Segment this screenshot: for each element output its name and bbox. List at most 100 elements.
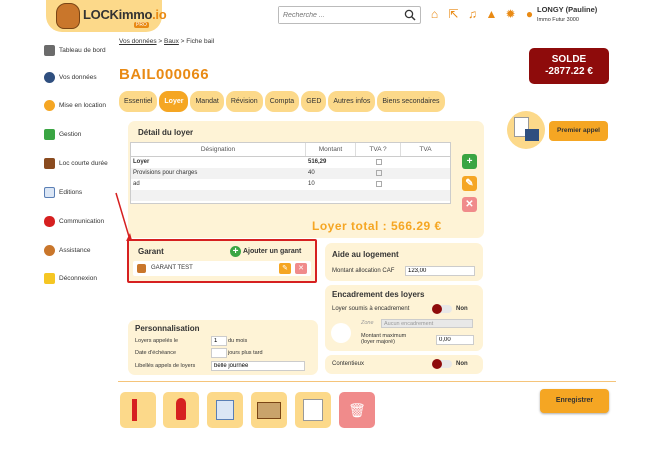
garant-name: GARANT TEST (151, 265, 193, 271)
sidebar-item-editions[interactable]: Editions (44, 187, 119, 198)
delete-row-button[interactable]: ✕ (462, 197, 477, 212)
sidebar-item-mise-en-location[interactable]: Mise en location (44, 100, 119, 111)
add-garant-button[interactable]: + Ajouter un garant (230, 246, 301, 257)
encadrement-panel: Encadrement des loyers Loyer soumis à en… (325, 285, 483, 351)
sidebar-item-vos-donnees[interactable]: Vos données (44, 72, 119, 83)
breadcrumb-vos-donnees[interactable]: Vos données (119, 38, 157, 45)
sidebar-item-gestion[interactable]: Gestion (44, 129, 119, 140)
cell-designation: Provisions pour charges (133, 170, 198, 176)
sidebar-item-label: Loc courte durée (59, 160, 108, 167)
personnalisation-panel: Personnalisation Loyers appelés le du mo… (128, 320, 318, 375)
sidebar-item-communication[interactable]: Communication (44, 216, 119, 227)
garant-panel: Garant + Ajouter un garant GARANT TEST ✎ … (127, 239, 317, 283)
tab-mandat[interactable]: Mandat (190, 91, 224, 112)
tva-checkbox[interactable] (376, 159, 382, 165)
echeance-input[interactable] (211, 348, 227, 358)
tva-checkbox[interactable] (376, 181, 382, 187)
zone-label: Zone (361, 320, 374, 326)
invoice-house-icon (507, 111, 545, 149)
echeance-suffix: jours plus tard (228, 350, 263, 356)
user-info[interactable]: LONGY (Pauline) Immo Futur 3000 (537, 5, 597, 23)
user-icon[interactable]: ● (523, 8, 536, 21)
table-row[interactable]: Loyer 516,29 (131, 157, 450, 168)
perso-title: Personnalisation (135, 324, 200, 333)
soumis-toggle[interactable] (432, 304, 452, 314)
tab-ged[interactable]: GED (301, 91, 327, 112)
tab-biens-secondaires[interactable]: Biens secondaires (377, 91, 445, 112)
stats-flag-icon[interactable] (120, 392, 156, 428)
bell-icon[interactable]: ♫ (466, 8, 479, 21)
top-toolbar: ⌂ ⇱ ♫ ▲ ✹ ● (428, 8, 536, 21)
mail-icon[interactable] (251, 392, 287, 428)
sidebar-item-assistance[interactable]: Assistance (44, 245, 119, 256)
logout-icon (44, 273, 55, 284)
contentieux-toggle[interactable] (432, 359, 452, 369)
user-name: LONGY (Pauline) (537, 5, 598, 14)
col-tva[interactable]: TVA (401, 143, 450, 156)
libelles-label: Libellés appels de loyers (135, 363, 196, 369)
edit-row-button[interactable]: ✎ (462, 176, 477, 191)
col-tva-q[interactable]: TVA ? (356, 143, 401, 156)
trash-icon[interactable]: 🗑 (339, 392, 375, 428)
table-row[interactable]: ad 10 (131, 179, 450, 190)
logo[interactable]: LOCKimmo.io PRO (46, 0, 167, 32)
echeance-label: Date d'échéance (135, 350, 177, 356)
edit-garant-icon[interactable]: ✎ (279, 263, 291, 274)
loyers-appeles-suffix: du mois (228, 338, 248, 344)
contentieux-label: Contentieux (332, 361, 365, 367)
tab-autres-infos[interactable]: Autres infos (328, 91, 376, 112)
logo-text: LOCKimmo.io (83, 7, 167, 22)
col-designation[interactable]: Désignation (131, 143, 306, 156)
garant-item[interactable]: GARANT TEST ✎ ✕ (133, 261, 311, 276)
zone-select[interactable]: Aucun encadrement (381, 319, 473, 328)
tab-essentiel[interactable]: Essentiel (119, 91, 158, 112)
table-header: Désignation Montant TVA ? TVA (131, 143, 450, 157)
settings-gear-icon[interactable]: ✹ (504, 8, 517, 21)
home-icon[interactable]: ⌂ (428, 8, 441, 21)
tab-compta[interactable]: Compta (264, 91, 300, 112)
money-document-icon[interactable] (295, 392, 331, 428)
aide-title: Aide au logement (332, 250, 399, 259)
tab-revision[interactable]: Révision (225, 91, 263, 112)
loyer-total: Loyer total : 566.29 € (312, 219, 442, 233)
caf-amount-input[interactable] (405, 266, 475, 276)
search-box[interactable] (278, 6, 421, 24)
dashboard-icon (44, 45, 55, 56)
save-button[interactable]: Enregistrer (540, 389, 609, 413)
search-icon[interactable] (404, 9, 416, 21)
aide-logement-panel: Aide au logement Montant allocation CAF (325, 243, 483, 281)
tab-bar: Essentiel Loyer Mandat Révision Compta G… (119, 91, 445, 112)
breadcrumb-baux[interactable]: Baux (164, 38, 179, 45)
premier-appel-button[interactable]: Premier appel (549, 121, 608, 141)
libelles-input[interactable] (211, 361, 305, 371)
building-icon (331, 323, 351, 343)
contentieux-panel: Contentieux Non (325, 355, 483, 374)
person-icon (137, 264, 146, 273)
certificate-icon[interactable] (207, 392, 243, 428)
sidebar-item-label: Assistance (59, 247, 91, 254)
tva-checkbox[interactable] (376, 170, 382, 176)
solde-badge: SOLDE -2877.22 € (529, 48, 609, 84)
cat-mascot-icon (56, 3, 80, 29)
loyers-appeles-input[interactable] (211, 336, 227, 346)
external-link-icon[interactable]: ⇱ (447, 8, 460, 21)
col-montant[interactable]: Montant (306, 143, 356, 156)
user-company: Immo Futur 3000 (537, 17, 579, 23)
rocket-icon[interactable] (163, 392, 199, 428)
table-row[interactable]: Provisions pour charges 40 (131, 168, 450, 179)
max-amount-input[interactable] (436, 335, 474, 345)
sidebar-item-label: Mise en location (59, 102, 106, 109)
delete-garant-icon[interactable]: ✕ (295, 263, 307, 274)
solde-label: SOLDE (551, 54, 587, 65)
tab-loyer[interactable]: Loyer (159, 91, 189, 112)
sidebar-item-deconnexion[interactable]: Déconnexion (44, 273, 119, 284)
loyer-table: Désignation Montant TVA ? TVA Loyer 516,… (130, 142, 451, 204)
sidebar-item-label: Tableau de bord (59, 47, 106, 54)
sidebar-item-dashboard[interactable]: Tableau de bord (44, 45, 119, 56)
search-input[interactable] (279, 7, 389, 23)
breadcrumb-current: Fiche bail (186, 38, 215, 45)
notification-icon[interactable]: ▲ (485, 8, 498, 21)
add-row-button[interactable]: + (462, 154, 477, 169)
sidebar-item-loc-courte-duree[interactable]: Loc courte durée (44, 158, 119, 169)
person-icon (44, 72, 55, 83)
